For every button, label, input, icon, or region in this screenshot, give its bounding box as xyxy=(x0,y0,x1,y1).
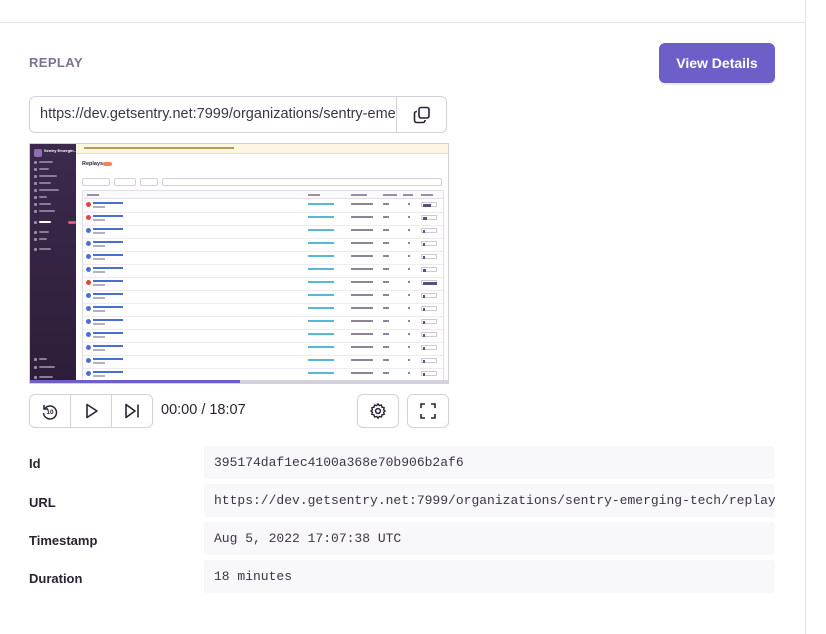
playback-progress-fill xyxy=(30,380,240,383)
detail-value-id: 395174daf1ec4100a368e70b906b2af6 xyxy=(204,446,775,479)
replay-preview[interactable]: Sentry Emergin... Replays xyxy=(29,143,449,384)
detail-key-duration: Duration xyxy=(29,571,83,586)
preview-nav-item xyxy=(34,167,72,172)
preview-row xyxy=(83,225,443,239)
preview-nav-item xyxy=(34,174,72,179)
replay-url-field: https://dev.getsentry.net:7999/organizat… xyxy=(29,96,447,133)
preview-nav-item xyxy=(34,357,72,362)
rewind-10-button[interactable]: 10 xyxy=(30,395,70,427)
top-divider xyxy=(0,22,806,23)
preview-title-badge xyxy=(103,162,112,166)
preview-row xyxy=(83,290,443,304)
preview-row xyxy=(83,355,443,369)
preview-nav-item xyxy=(34,237,72,242)
preview-nav-item xyxy=(34,181,72,186)
skip-next-icon xyxy=(125,403,139,419)
preview-row xyxy=(83,342,443,356)
preview-page-title: Replays xyxy=(82,161,104,167)
preview-table xyxy=(82,190,444,383)
play-icon xyxy=(86,403,98,419)
preview-nav-item xyxy=(34,230,72,235)
time-display: 00:00 / 18:07 xyxy=(161,402,246,418)
play-button[interactable] xyxy=(70,395,111,427)
skip-next-button[interactable] xyxy=(111,395,152,427)
preview-row xyxy=(83,251,443,265)
settings-gear-icon xyxy=(370,403,386,419)
rewind-10-icon: 10 xyxy=(42,405,58,420)
preview-nav-item xyxy=(34,247,72,252)
fullscreen-icon xyxy=(420,403,436,419)
svg-text:10: 10 xyxy=(46,409,54,416)
view-details-button[interactable]: View Details xyxy=(659,43,775,83)
copy-url-button[interactable] xyxy=(396,97,446,132)
preview-row xyxy=(83,238,443,252)
preview-org-name: Sentry Emergin... xyxy=(44,148,77,153)
replay-url-text[interactable]: https://dev.getsentry.net:7999/organizat… xyxy=(30,97,396,132)
preview-nav-item xyxy=(34,365,72,370)
preview-nav-item xyxy=(34,160,72,165)
playback-controls: 10 xyxy=(29,394,153,428)
preview-nav-item xyxy=(34,202,72,207)
preview-nav-item xyxy=(34,195,72,200)
preview-sidebar: Sentry Emergin... xyxy=(30,144,77,383)
copy-icon xyxy=(413,106,430,123)
preview-row xyxy=(83,212,443,226)
detail-value-duration: 18 minutes xyxy=(204,560,775,593)
playback-progress-bar[interactable] xyxy=(30,380,448,383)
detail-key-timestamp: Timestamp xyxy=(29,533,98,548)
detail-value-url: https://dev.getsentry.net:7999/organizat… xyxy=(204,484,775,517)
right-divider xyxy=(805,0,806,634)
preview-row xyxy=(83,264,443,278)
preview-alert xyxy=(76,144,448,154)
preview-row xyxy=(83,303,443,317)
fullscreen-button[interactable] xyxy=(407,394,449,428)
detail-key-url: URL xyxy=(29,495,56,510)
preview-nav-item-replays xyxy=(34,220,76,225)
preview-nav-item xyxy=(34,209,72,214)
preview-org: Sentry Emergin... xyxy=(34,148,77,160)
preview-row xyxy=(83,277,443,291)
detail-value-timestamp: Aug 5, 2022 17:07:38 UTC xyxy=(204,522,775,555)
preview-filters xyxy=(82,178,442,186)
preview-row xyxy=(83,199,443,213)
preview-nav-item xyxy=(34,188,72,193)
section-title: REPLAY xyxy=(29,55,83,70)
settings-button[interactable] xyxy=(357,394,399,428)
preview-row xyxy=(83,329,443,343)
detail-key-id: Id xyxy=(29,456,41,471)
preview-row xyxy=(83,316,443,330)
